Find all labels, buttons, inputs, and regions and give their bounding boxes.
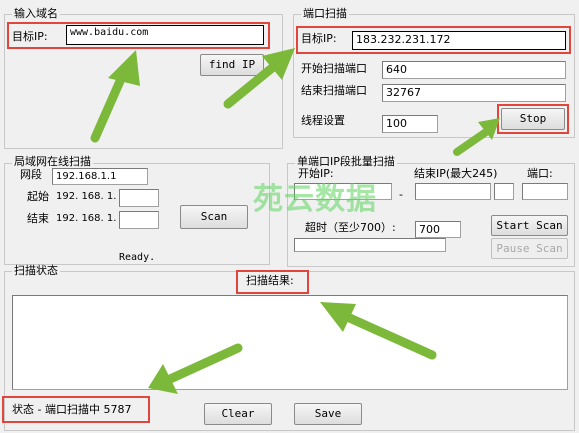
arrow-up-left-icon xyxy=(320,302,437,360)
annotation-arrows xyxy=(90,48,500,394)
arrow-down-left-icon xyxy=(148,343,243,394)
arrow-right-icon xyxy=(453,118,500,156)
arrow-up-right-icon xyxy=(223,48,295,109)
arrow-up-icon xyxy=(90,50,140,143)
